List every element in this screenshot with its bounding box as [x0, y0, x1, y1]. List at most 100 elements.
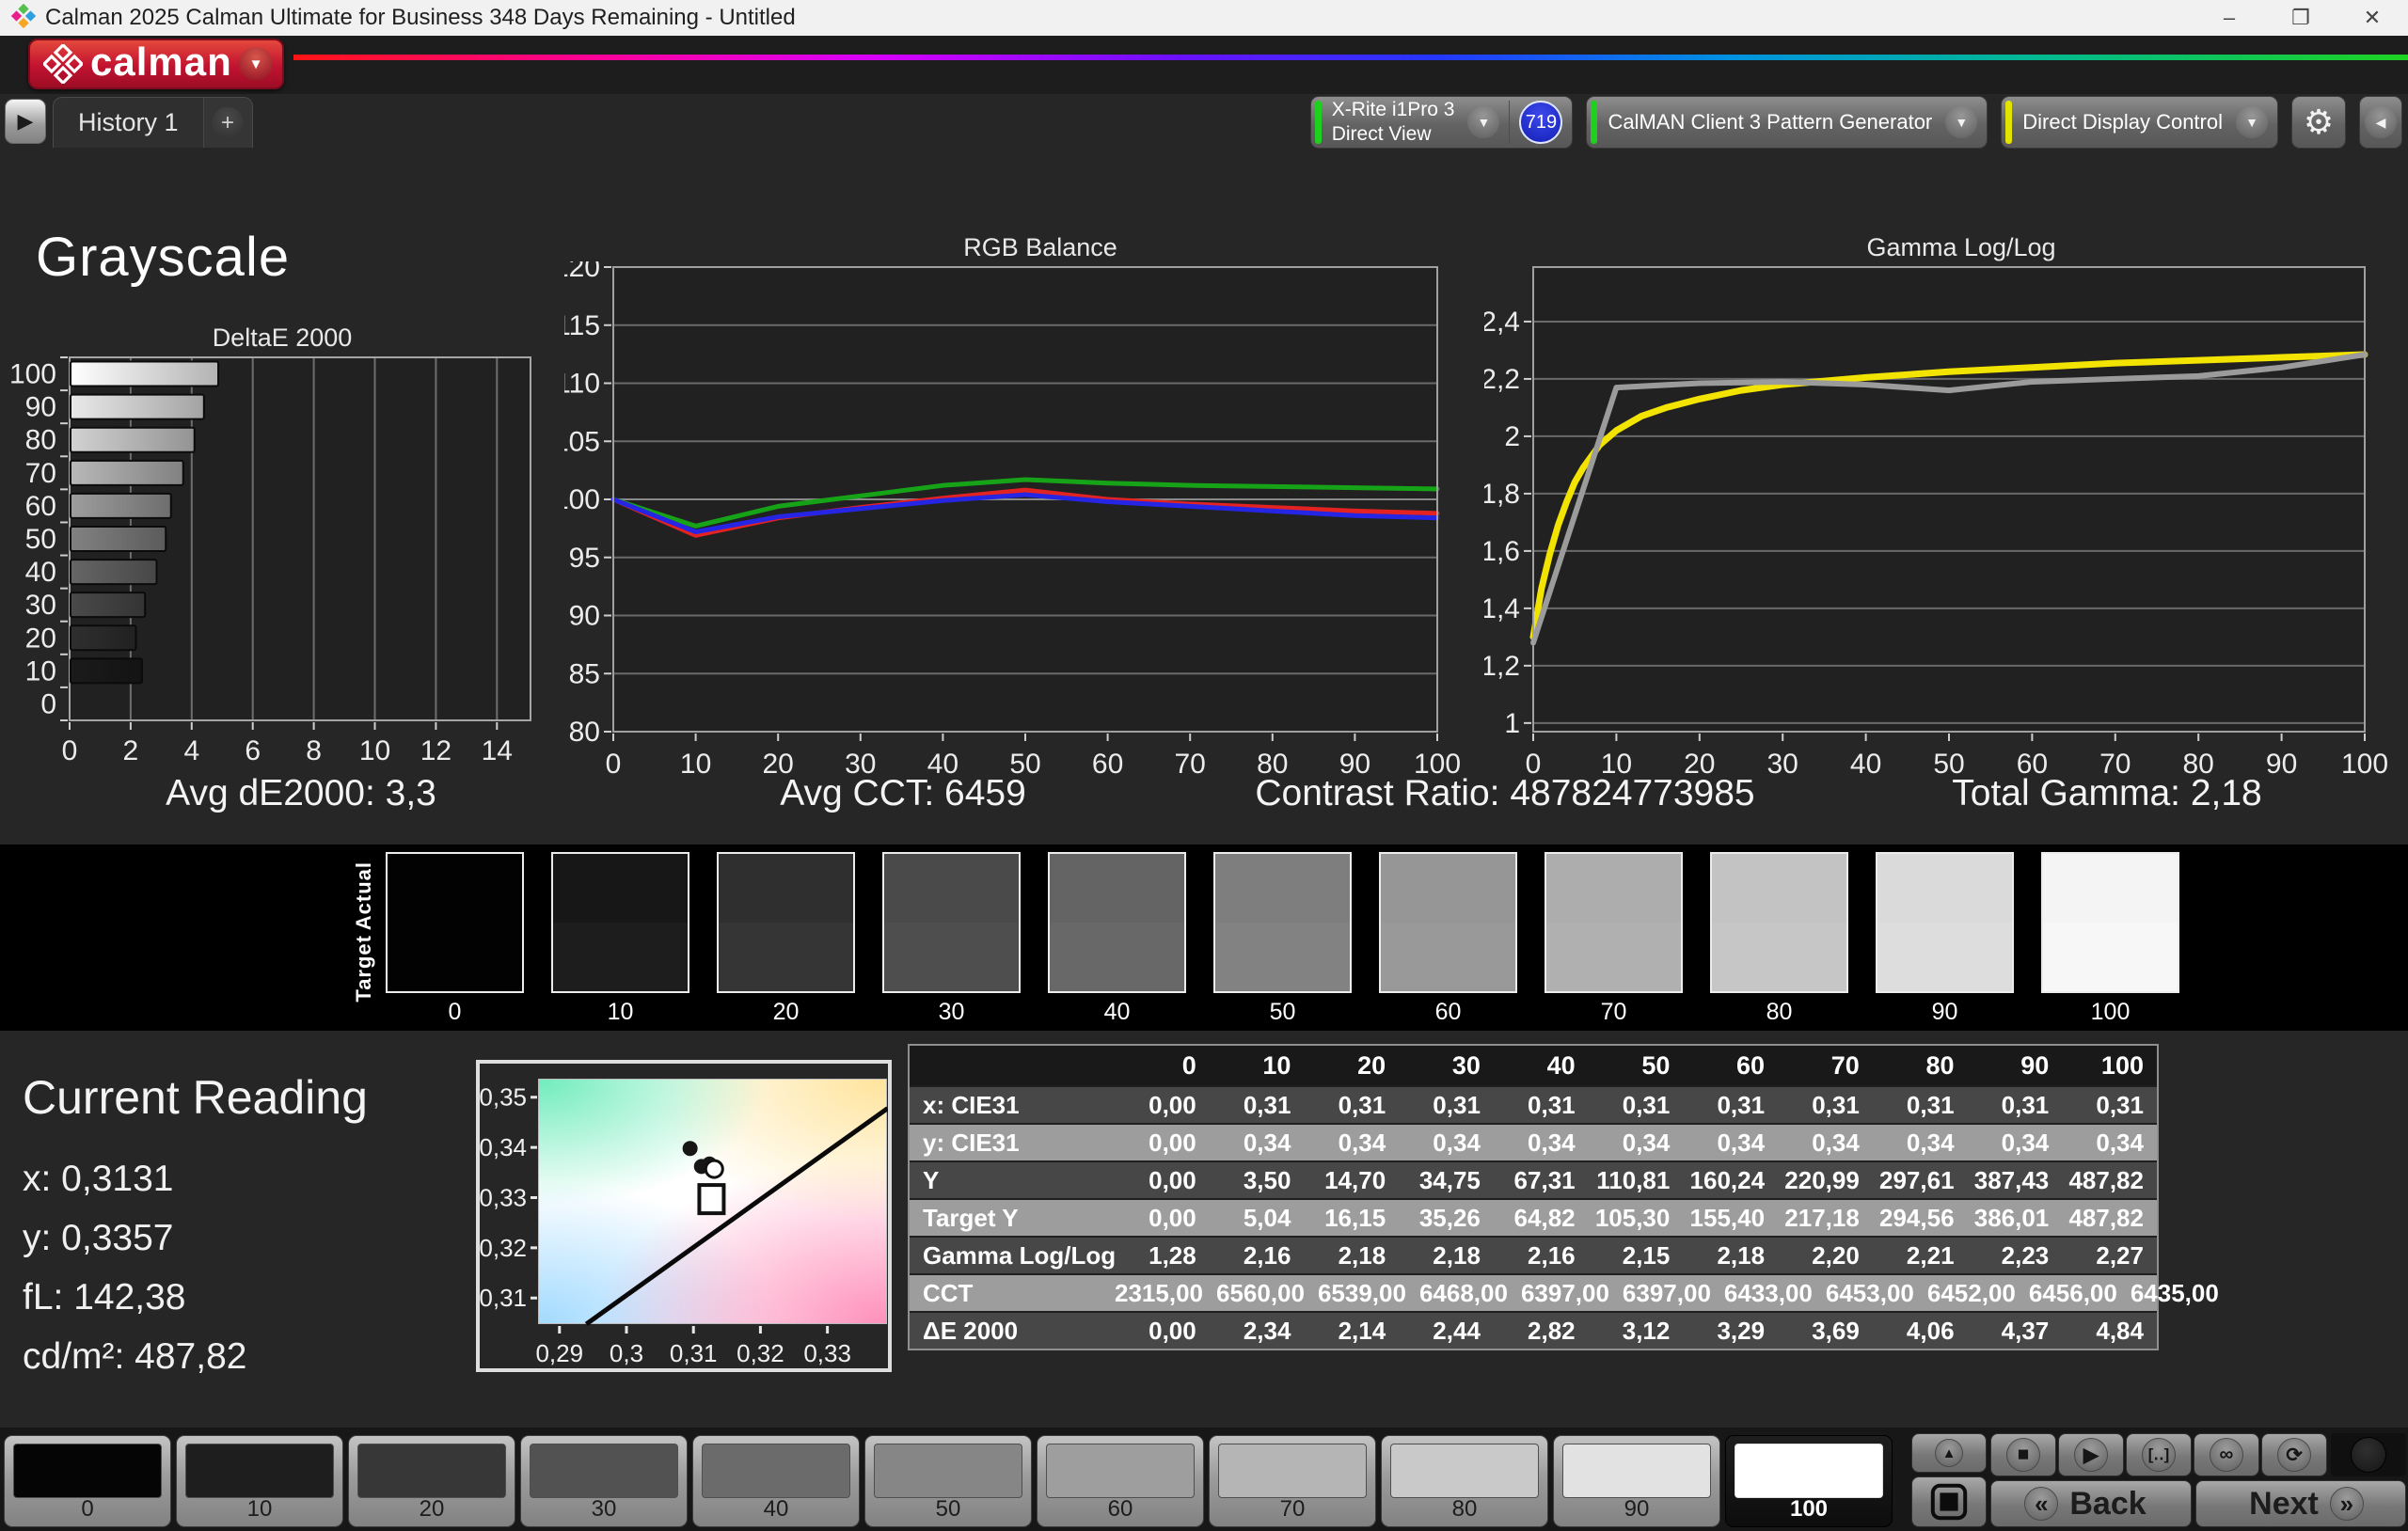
- svg-text:110: 110: [564, 369, 600, 400]
- svg-text:95: 95: [569, 543, 600, 574]
- next-label: Next: [2249, 1486, 2319, 1523]
- swatch-level-label: 90: [1876, 999, 2014, 1026]
- close-button[interactable]: ✕: [2337, 0, 2408, 36]
- table-row-label: y: CIE31: [910, 1129, 1115, 1158]
- gray-patch-swatch: [530, 1444, 678, 1498]
- table-cell: 0,34: [1399, 1129, 1494, 1158]
- gray-patch-label: 90: [1554, 1496, 1719, 1523]
- table-row: ΔE 20000,002,342,142,442,823,123,293,694…: [910, 1311, 2157, 1349]
- add-icon: +: [212, 107, 244, 139]
- display-control-button[interactable]: Direct Display Control ▼: [2001, 96, 2278, 149]
- gray-patch-button-0[interactable]: 0: [4, 1435, 171, 1527]
- table-cell: 2,44: [1399, 1317, 1494, 1346]
- pattern-dropdown-icon[interactable]: ▼: [1945, 106, 1977, 138]
- refresh-button[interactable]: ⟳: [2261, 1433, 2327, 1476]
- table-cell: 155,40: [1683, 1204, 1778, 1233]
- minimize-button[interactable]: –: [2194, 0, 2265, 36]
- swatch-target-half: [2043, 923, 2178, 991]
- gray-patch-button-20[interactable]: 20: [348, 1435, 515, 1527]
- table-cell: 6560,00: [1216, 1279, 1318, 1308]
- continuous-button[interactable]: ∞: [2194, 1433, 2259, 1476]
- meter-exposure-badge[interactable]: 719: [1519, 101, 1562, 144]
- next-button[interactable]: Next »: [2195, 1480, 2406, 1527]
- restore-button[interactable]: ❐: [2265, 0, 2337, 36]
- swatch-level-label: 60: [1379, 999, 1517, 1026]
- calman-menu-caret-icon[interactable]: ▼: [239, 47, 273, 81]
- swatch-30: [882, 852, 1021, 993]
- current-reading-title: Current Reading: [23, 1070, 368, 1125]
- back-button[interactable]: « Back: [1990, 1480, 2192, 1527]
- table-cell: 0,00: [1115, 1091, 1210, 1120]
- add-tab-button[interactable]: +: [203, 98, 252, 148]
- pattern-panel-up-button[interactable]: ▲: [1911, 1433, 1987, 1473]
- table-cell: 160,24: [1683, 1166, 1778, 1195]
- swatch-actual-label: Actual: [352, 861, 376, 930]
- svg-text:10: 10: [25, 655, 56, 687]
- table-row: y: CIE310,000,340,340,340,340,340,340,34…: [910, 1123, 2157, 1160]
- pattern-window-button[interactable]: [1911, 1476, 1987, 1527]
- swatch-level-label: 80: [1710, 999, 1848, 1026]
- meter-name: X-Rite i1Pro 3: [1332, 98, 1455, 122]
- meter-dropdown-icon[interactable]: ▼: [1467, 106, 1499, 138]
- table-cell: 0,31: [1304, 1091, 1399, 1120]
- brand-bar: calman ▼: [0, 36, 2408, 94]
- layout-flyout-button[interactable]: ▶: [5, 99, 46, 144]
- table-cell: 1,28: [1115, 1241, 1210, 1271]
- svg-text:40: 40: [25, 557, 56, 588]
- table-cell: 2,16: [1210, 1241, 1305, 1271]
- table-cell: 3,69: [1778, 1317, 1873, 1346]
- table-cell: 0,31: [1494, 1091, 1589, 1120]
- gray-patch-button-30[interactable]: 30: [520, 1435, 688, 1527]
- svg-text:14: 14: [482, 735, 513, 766]
- meter-select-button[interactable]: X-Rite i1Pro 3 Direct View ▼ 719: [1310, 96, 1574, 149]
- table-cell: 34,75: [1399, 1166, 1494, 1195]
- calman-menu-button[interactable]: calman ▼: [28, 39, 284, 89]
- continuous-icon: ∞: [2210, 1438, 2243, 1472]
- toolbar: ▶ History 1 + X-Rite i1Pro 3 Direct View…: [0, 94, 2408, 150]
- reading-cdm2: cd/m²: 487,82: [23, 1336, 246, 1378]
- pattern-size-button[interactable]: [‥]: [2126, 1433, 2192, 1476]
- gray-patch-button-80[interactable]: 80: [1381, 1435, 1548, 1527]
- gray-patch-button-90[interactable]: 90: [1553, 1435, 1720, 1527]
- swatch-target-half: [553, 923, 688, 991]
- table-cell: 0,00: [1115, 1204, 1210, 1233]
- gray-patch-button-100[interactable]: 100: [1725, 1435, 1893, 1527]
- table-row: Target Y0,005,0416,1535,2664,82105,30155…: [910, 1198, 2157, 1236]
- gray-patch-button-50[interactable]: 50: [864, 1435, 1032, 1527]
- settings-gear-button[interactable]: ⚙: [2291, 96, 2346, 149]
- swatch-actual-half: [1712, 854, 1846, 923]
- svg-text:8: 8: [306, 735, 322, 766]
- stat-total-gamma: Total Gamma: 2,18: [1806, 773, 2408, 826]
- table-cell: 0,34: [1683, 1129, 1778, 1158]
- table-row-label: CCT: [910, 1279, 1115, 1308]
- table-cell: 217,18: [1778, 1204, 1873, 1233]
- deltae-chart-title: DeltaE 2000: [9, 324, 555, 352]
- table-cell: 0,34: [2062, 1129, 2157, 1158]
- gray-patch-label: 20: [349, 1496, 515, 1523]
- svg-text:0,31: 0,31: [480, 1284, 527, 1312]
- svg-text:30: 30: [25, 590, 56, 621]
- svg-text:50: 50: [25, 524, 56, 555]
- pattern-window-icon: [1931, 1484, 1967, 1520]
- table-col-header: 100: [2062, 1051, 2157, 1081]
- swatch-level-label: 50: [1213, 999, 1352, 1026]
- tab-history-1[interactable]: History 1 +: [53, 97, 253, 148]
- gray-patch-button-60[interactable]: 60: [1037, 1435, 1204, 1527]
- stop-button[interactable]: ■: [1990, 1433, 2056, 1476]
- gray-patch-button-70[interactable]: 70: [1209, 1435, 1376, 1527]
- svg-text:0,31: 0,31: [670, 1339, 718, 1367]
- gray-patch-button-40[interactable]: 40: [692, 1435, 860, 1527]
- gray-patch-label: 50: [865, 1496, 1031, 1523]
- play-button[interactable]: ▶: [2058, 1433, 2124, 1476]
- play-icon: ▶: [2074, 1438, 2108, 1472]
- gray-patch-label: 60: [1038, 1496, 1203, 1523]
- table-row: x: CIE310,000,310,310,310,310,310,310,31…: [910, 1085, 2157, 1123]
- collapse-panel-button[interactable]: ◀: [2359, 96, 2402, 149]
- display-dropdown-icon[interactable]: ▼: [2236, 106, 2268, 138]
- swatch-level-label: 70: [1545, 999, 1683, 1026]
- swatch-actual-half: [1050, 854, 1184, 923]
- reading-x: x: 0,3131: [23, 1159, 173, 1200]
- table-col-header: 70: [1778, 1051, 1873, 1081]
- pattern-generator-button[interactable]: CalMAN Client 3 Pattern Generator ▼: [1586, 96, 1988, 149]
- gray-patch-button-10[interactable]: 10: [176, 1435, 343, 1527]
